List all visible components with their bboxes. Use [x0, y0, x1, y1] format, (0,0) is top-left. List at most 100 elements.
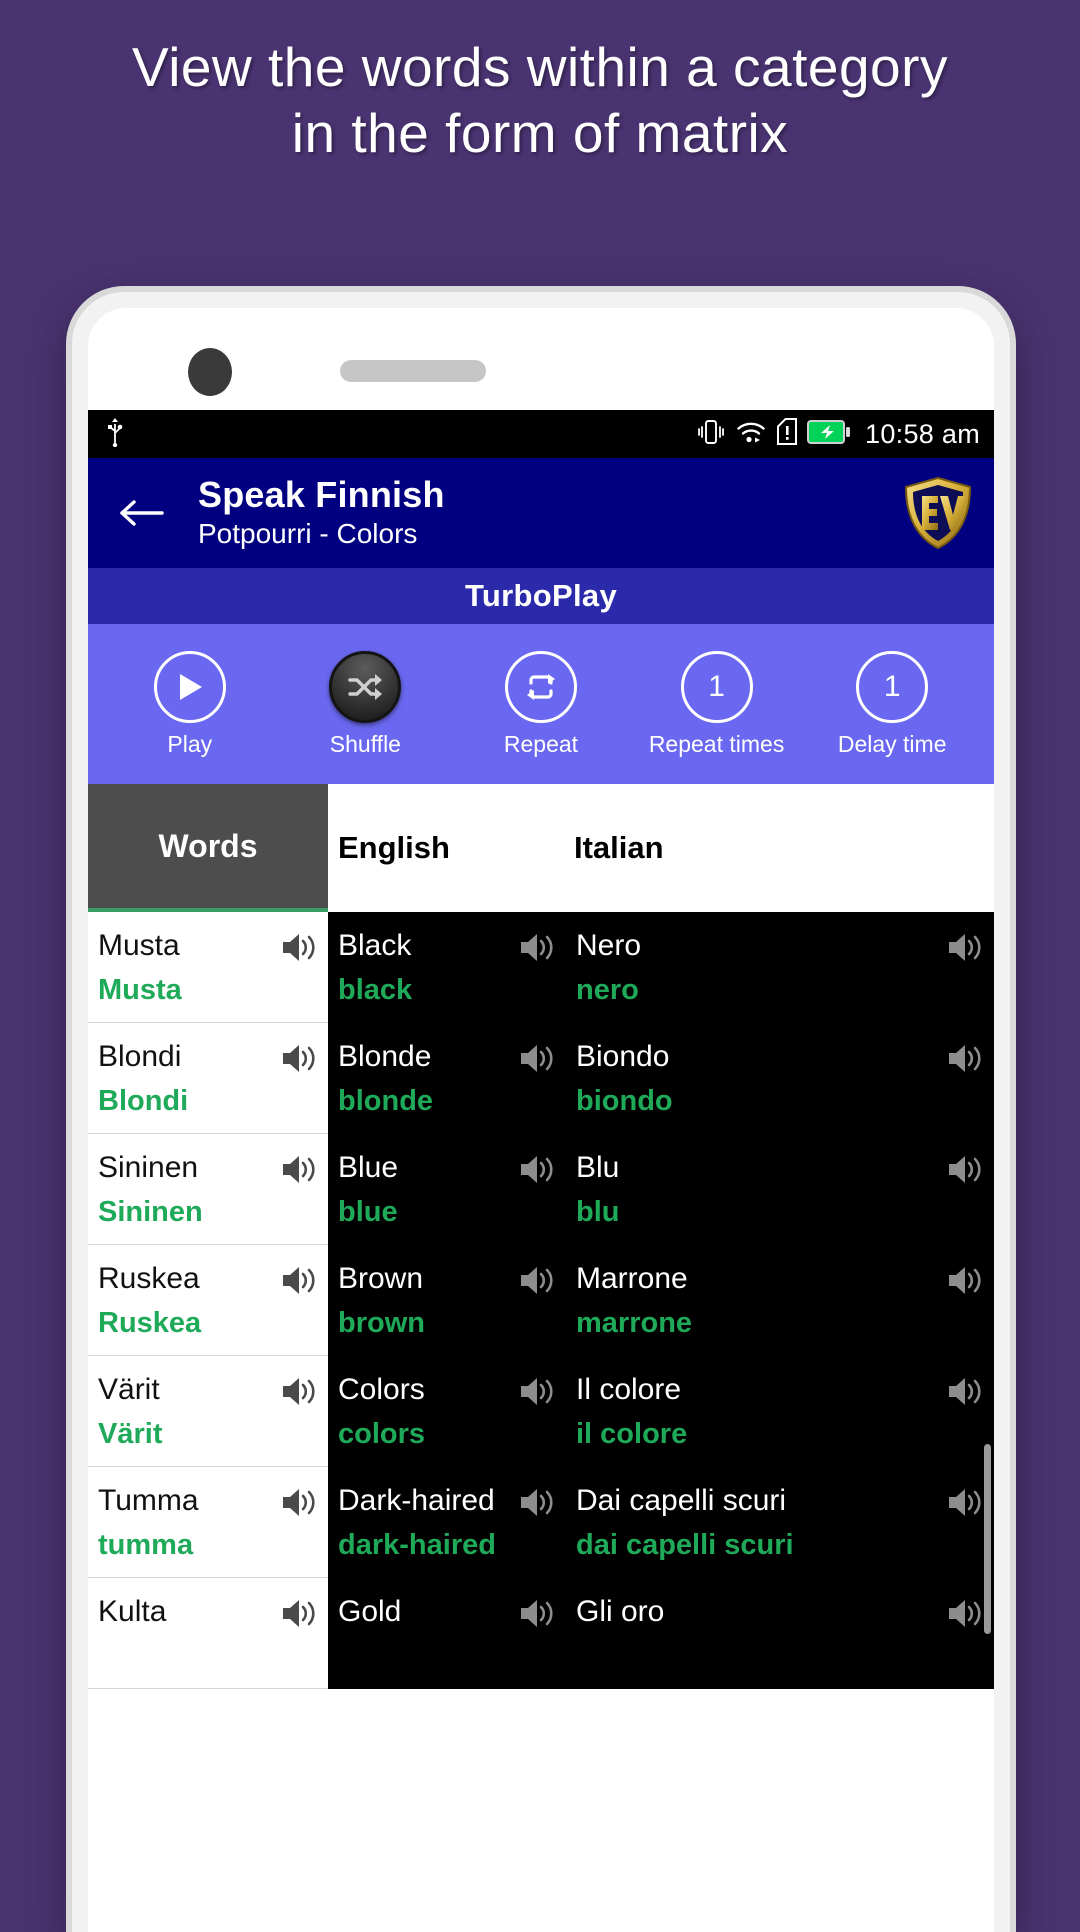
usb-icon	[104, 417, 126, 452]
transliteration-text: marrone	[576, 1307, 693, 1339]
speaker-icon[interactable]	[518, 931, 558, 964]
vertical-scrollbar[interactable]	[984, 1444, 991, 1634]
table-row[interactable]: Colors colors	[328, 1356, 566, 1467]
control-shuffle[interactable]: Shuffle	[290, 650, 440, 758]
speaker-icon[interactable]	[946, 1375, 986, 1408]
back-arrow-icon	[120, 500, 164, 526]
column-header-italian[interactable]: Italian	[566, 830, 994, 866]
word-text: Dai capelli scuri	[576, 1484, 787, 1517]
table-row[interactable]: Dai capelli scuri dai capelli scuri	[566, 1467, 994, 1578]
control-play[interactable]: Play	[115, 650, 265, 758]
word-text: Sininen	[98, 1151, 199, 1184]
turboplay-label: TurboPlay	[465, 578, 617, 613]
table-row[interactable]: Värit Värit	[88, 1356, 328, 1467]
control-play-label: Play	[167, 730, 213, 757]
table-row[interactable]: Il colore il colore	[566, 1356, 994, 1467]
table-row[interactable]: Brown brown	[328, 1245, 566, 1356]
speaker-icon[interactable]	[946, 1153, 986, 1186]
control-shuffle-label: Shuffle	[329, 730, 401, 757]
transliteration-text: black	[338, 974, 413, 1006]
speaker-icon[interactable]	[518, 1375, 558, 1408]
control-repeat[interactable]: Repeat	[466, 650, 616, 758]
table-row[interactable]: Nero nero	[566, 912, 994, 1023]
table-row[interactable]: Biondo biondo	[566, 1023, 994, 1134]
speaker-icon[interactable]	[518, 1486, 558, 1519]
speaker-icon[interactable]	[946, 1597, 986, 1630]
back-button[interactable]	[110, 482, 172, 544]
play-button[interactable]	[153, 650, 226, 723]
word-text: Blondi	[98, 1040, 182, 1073]
speaker-icon[interactable]	[946, 931, 986, 964]
table-row[interactable]: Gold	[328, 1578, 566, 1689]
speaker-icon[interactable]	[280, 1042, 320, 1075]
shuffle-icon	[348, 673, 383, 700]
word-text: Black	[338, 929, 412, 962]
earpiece-speaker	[340, 360, 486, 382]
table-row[interactable]: Tumma tumma	[88, 1467, 328, 1578]
speaker-icon[interactable]	[946, 1486, 986, 1519]
vibrate-icon	[696, 418, 726, 451]
turboplay-bar[interactable]: TurboPlay	[88, 568, 994, 624]
word-text: Ruskea	[98, 1262, 200, 1295]
control-delay-time[interactable]: 1 Delay time	[817, 650, 967, 758]
table-row[interactable]: Gli oro	[566, 1578, 994, 1689]
speaker-icon[interactable]	[280, 1264, 320, 1297]
table-row[interactable]: Blue blue	[328, 1134, 566, 1245]
table-row[interactable]: Blonde blonde	[328, 1023, 566, 1134]
word-text: Gold	[338, 1595, 402, 1628]
control-repeat-times-label: Repeat times	[648, 730, 785, 757]
word-text: Blue	[338, 1151, 399, 1184]
transliteration-text: dark-haired	[338, 1529, 496, 1561]
phone-frame: 10:58 am Speak Finnish Potpourri - Color…	[72, 292, 1010, 1932]
column-header-english[interactable]: English	[328, 830, 566, 866]
phone-screen: 10:58 am Speak Finnish Potpourri - Color…	[88, 410, 994, 1932]
table-row[interactable]: Marrone marrone	[566, 1245, 994, 1356]
table-row[interactable]: Kulta	[88, 1578, 328, 1689]
word-text: Biondo	[576, 1040, 670, 1073]
table-header: Words English Italian	[88, 784, 994, 912]
transliteration-text: blue	[338, 1196, 398, 1228]
speaker-icon[interactable]	[518, 1264, 558, 1297]
speaker-icon[interactable]	[518, 1597, 558, 1630]
transliteration-text: nero	[576, 974, 639, 1006]
ev-shield-logo[interactable]	[902, 476, 974, 550]
page-title: Speak Finnish	[198, 473, 445, 515]
speaker-icon[interactable]	[280, 1375, 320, 1408]
transliteration-text: Värit	[98, 1418, 163, 1450]
transliteration-text: colors	[338, 1418, 426, 1450]
speaker-icon[interactable]	[280, 931, 320, 964]
transliteration-text: tumma	[98, 1529, 194, 1561]
speaker-icon[interactable]	[518, 1042, 558, 1075]
word-text: Blonde	[338, 1040, 432, 1073]
transliteration-text: blonde	[338, 1085, 434, 1117]
table-row[interactable]: Ruskea Ruskea	[88, 1245, 328, 1356]
word-text: Dark-haired	[338, 1484, 495, 1517]
shuffle-button[interactable]	[329, 650, 402, 723]
transliteration-text: Musta	[98, 974, 182, 1006]
table-row[interactable]: Sininen Sininen	[88, 1134, 328, 1245]
speaker-icon[interactable]	[280, 1597, 320, 1630]
delay-time-value[interactable]: 1	[856, 650, 929, 723]
repeat-button[interactable]	[504, 650, 577, 723]
speaker-icon[interactable]	[518, 1153, 558, 1186]
word-text: Il colore	[576, 1373, 682, 1406]
table-row[interactable]: Black black	[328, 912, 566, 1023]
table-row[interactable]: Dark-haired dark-haired	[328, 1467, 566, 1578]
sim-card-alert-icon	[776, 417, 798, 451]
table-row[interactable]: Blu blu	[566, 1134, 994, 1245]
speaker-icon[interactable]	[280, 1153, 320, 1186]
column-header-words[interactable]: Words	[88, 784, 328, 912]
speaker-icon[interactable]	[946, 1264, 986, 1297]
table-row[interactable]: Musta Musta	[88, 912, 328, 1023]
speaker-icon[interactable]	[946, 1042, 986, 1075]
status-bar: 10:58 am	[88, 410, 994, 458]
front-camera-icon	[188, 348, 232, 396]
transliteration-text: brown	[338, 1307, 425, 1339]
word-text: Kulta	[98, 1595, 167, 1628]
speaker-icon[interactable]	[280, 1486, 320, 1519]
wifi-icon	[735, 418, 767, 451]
table-row[interactable]: Blondi Blondi	[88, 1023, 328, 1134]
status-time: 10:58 am	[865, 418, 980, 449]
control-repeat-times[interactable]: 1 Repeat times	[642, 650, 792, 758]
repeat-times-value[interactable]: 1	[680, 650, 753, 723]
